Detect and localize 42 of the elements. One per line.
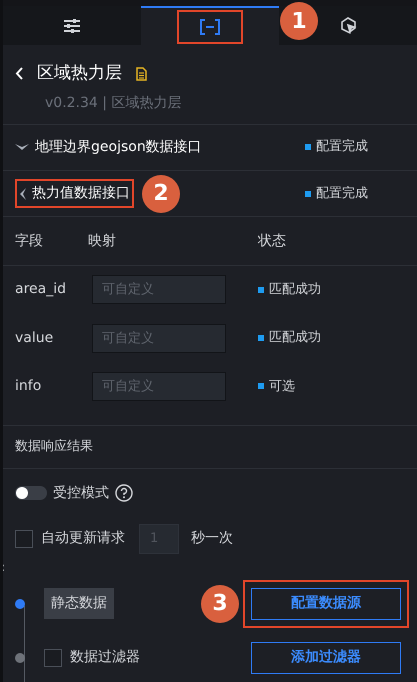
add-filter-button[interactable]: 添加过滤器 [251, 642, 401, 674]
chevron-down-icon [15, 144, 29, 151]
status-text: 配置完成 [316, 138, 368, 156]
chevron-left-icon [19, 188, 26, 200]
checkbox-label: 数据过滤器 [70, 648, 140, 668]
field-name: value [15, 328, 54, 348]
callout-badge: 3 [201, 584, 239, 623]
configure-button[interactable]: 配置数据源 [251, 588, 401, 620]
checkbox[interactable] [15, 530, 33, 548]
toggle-label: 受控模式 [53, 484, 109, 503]
field-name: info [15, 376, 42, 396]
data-source-tag: 静态数据 [44, 588, 114, 620]
column-header: 映射 [88, 232, 117, 251]
toggle-switch[interactable] [15, 486, 47, 500]
document-icon [136, 66, 147, 81]
callout-badge: 1 [280, 2, 318, 40]
component-title: 区域热力层 [37, 62, 122, 85]
status-text: 配置完成 [316, 184, 368, 203]
checkbox[interactable] [44, 648, 62, 667]
field-name: area_id [15, 280, 67, 300]
mapping-field[interactable]: 可自定义 [92, 372, 226, 401]
callout-badge: 2 [142, 174, 180, 213]
cursor-icon [340, 17, 356, 34]
sliders-icon [63, 18, 81, 32]
help-icon[interactable] [115, 484, 133, 502]
checkbox-label: 自动更新请求 [41, 529, 125, 548]
back-icon[interactable] [15, 67, 23, 80]
mapping-field[interactable]: 可自定义 [92, 275, 226, 304]
section-label: 数据响应结果 [15, 438, 93, 456]
version-text: v0.2.34 | 区域热力层 [45, 94, 182, 112]
column-header: 状态 [258, 232, 286, 251]
section-header[interactable]: 地理边界geojson数据接口 配置完成 [3, 124, 417, 171]
status-text: 匹配成功 [269, 281, 321, 300]
status-text: 可选 [269, 378, 295, 396]
section-title: 地理边界geojson数据接口 [35, 138, 202, 157]
unit-text: 秒一次 [191, 529, 233, 548]
section-header[interactable]: 热力值数据接口 2 配置完成 [3, 170, 417, 218]
mapping-field[interactable]: 可自定义 [92, 324, 226, 353]
section-title: 热力值数据接口 [32, 184, 130, 204]
status-text: 匹配成功 [269, 329, 321, 348]
brackets-icon [200, 18, 220, 34]
column-header: 字段 [15, 232, 44, 251]
